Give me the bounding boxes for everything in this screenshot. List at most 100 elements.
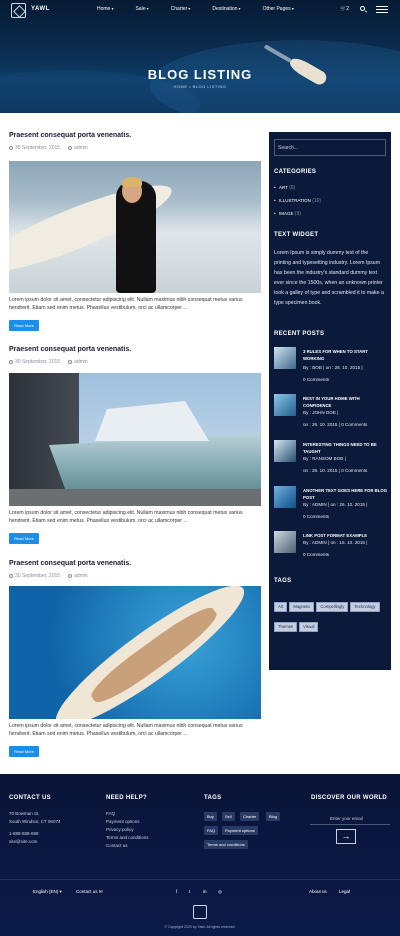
post-date: 30 September, 2015 [15,145,61,151]
nav-item-charter[interactable]: Charter [171,6,191,12]
recent-post-thumb[interactable] [274,486,296,508]
search-icon[interactable] [360,6,365,11]
help-link[interactable]: Contact us [106,842,128,850]
text-widget-body: Lorem Ipsum is simply dummy text of the … [274,250,384,306]
help-link[interactable]: FAQ [106,810,115,818]
help-link[interactable]: Payment options [106,818,140,826]
phone-number[interactable]: 1-888-888-888 [9,830,39,838]
post-author[interactable]: admin [74,359,88,365]
search-input[interactable]: Search... [274,139,386,156]
instagram-icon[interactable]: ◎ [218,888,222,896]
tag-cloud: Art Magnetic Compellingly Technology Themes V… [274,595,386,635]
post-author[interactable]: admin [74,145,88,151]
recent-post-comments[interactable]: 0 Comments [303,513,391,520]
legal-link[interactable]: Legal [339,888,350,896]
footer-tag[interactable]: Sell [222,812,235,821]
footer-tag[interactable]: Buy [204,812,217,821]
sidebar: Search... CATEGORIES ART (6) ILLUSTRATIO… [269,132,391,670]
tag-item[interactable]: Themes [274,622,298,632]
post-excerpt: Lorem ipsum dolor sit amet, consectetur … [9,510,243,524]
post-date: 30 September, 2015 [15,359,61,365]
recent-post-comments[interactable]: 0 Comments [303,376,391,383]
linkedin-icon[interactable]: in [203,888,207,896]
read-more-button[interactable]: Read More [9,533,39,544]
brand-name[interactable]: YAWL [31,6,50,12]
post-meta: 30 September, 2015 admin [9,145,88,151]
language-select[interactable]: English (EN) ▾ [33,888,62,896]
recent-post-thumb[interactable] [274,531,296,553]
category-item[interactable]: ART (6) [274,185,295,191]
nav-item-destination[interactable]: Destination [212,6,240,12]
recent-post-title[interactable]: 3 RULES FOR WHEN TO START WORKING [303,348,389,362]
recent-post-title[interactable]: LINK POST FORMAT EXAMPLE [303,532,389,539]
recent-post[interactable]: LINK POST FORMAT EXAMPLE By : ADMIN | on… [274,531,386,571]
recent-post[interactable]: ANOTHER TEXT GOES HERE FOR BLOG POST By … [274,486,389,526]
recent-post-title[interactable]: REST IN YOUR HOME WITH CONFIDENCE [303,395,389,409]
recent-post-meta: By : JOHN DOE | [303,410,339,415]
post-title[interactable]: Praesent consequat porta venenatis. [9,132,131,139]
footer-tag[interactable]: FAQ [204,826,219,835]
recent-post-title[interactable]: INTERESTING THINGS NEED TO BE TAUGHT [303,441,389,455]
tag-item[interactable]: Magnetic [289,602,315,612]
recent-post[interactable]: 3 RULES FOR WHEN TO START WORKING By : B… [274,347,386,387]
footer-tag[interactable]: Blog [266,812,281,821]
read-more-button[interactable]: Read More [9,746,39,757]
post-author[interactable]: admin [74,573,88,579]
cart-icon[interactable]: 🛒2 [340,6,349,12]
post-excerpt: Lorem ipsum dolor sit amet, consectetur … [9,297,243,311]
post-meta: 30 September, 2015 admin [9,359,88,365]
main-menu: Home Sale Charter Destination Other Page… [97,6,316,12]
post-title[interactable]: Praesent consequat porta venenatis. [9,346,131,353]
help-link[interactable]: Privacy policy [106,826,134,834]
recent-post[interactable]: INTERESTING THINGS NEED TO BE TAUGHT By … [274,440,386,480]
newsletter-email-input[interactable]: Enter your email [330,815,363,823]
tag-item[interactable]: Art [274,602,288,612]
address-line: South Windsor, CT 06074 [9,819,61,824]
help-link[interactable]: Terms and conditions [106,834,149,842]
recent-post-thumb[interactable] [274,440,296,462]
contact-us-link[interactable]: Contact us ✉ [76,888,103,896]
clock-icon [9,574,13,578]
recent-post[interactable]: REST IN YOUR HOME WITH CONFIDENCE By : J… [274,394,386,434]
subscribe-arrow-button[interactable]: → [336,829,356,844]
nav-item-home[interactable]: Home [97,6,113,12]
address-line: 70 Bowman St. [9,811,40,816]
footer-tag[interactable]: Terms and conditions [204,840,248,849]
post-image[interactable] [9,161,261,293]
about-link[interactable]: About us [309,888,327,896]
recent-post-meta: By : ADMIN | on : 15. 10. 2015 | [303,540,368,545]
copyright: © Copyright 2020 by Yawl. All rights res… [164,925,236,929]
category-item[interactable]: ILLUSTRATION (10) [274,198,321,204]
email-address[interactable]: site@site.com [9,838,37,846]
recent-post-comments[interactable]: 0 Comments [303,551,391,558]
recent-post-title[interactable]: ANOTHER TEXT GOES HERE FOR BLOG POST [303,487,389,501]
user-icon [68,146,73,150]
recent-post-thumb[interactable] [274,394,296,416]
facebook-icon[interactable]: f [176,888,177,896]
twitter-icon[interactable]: t [189,888,190,896]
post-title[interactable]: Praesent consequat porta venenatis. [9,560,131,567]
post-image[interactable] [9,373,261,506]
recent-post-comments[interactable]: on : 26. 10. 2015 | 0 Comments [303,421,391,428]
recent-post-meta: By : BOB | on : 26. 10. 2015 | [303,365,363,370]
recent-post-thumb[interactable] [274,347,296,369]
nav-item-other-pages[interactable]: Other Pages [263,6,294,12]
page-title: BLOG LISTING [147,67,253,82]
logo-icon[interactable] [11,3,26,18]
recent-post-comments[interactable]: on : 26. 10. 2015 | 0 Comments [303,467,391,474]
tag-item[interactable]: Visual [299,622,319,632]
footer-tag[interactable]: Payment options [222,826,258,835]
help-heading: NEED HELP? [106,795,148,801]
menu-icon[interactable] [376,6,388,13]
tag-item[interactable]: Technology [350,602,380,612]
hero-banner: YAWL Home Sale Charter Destination Other… [0,0,400,113]
post-image[interactable] [9,586,261,719]
breadcrumb: HOME • BLOG LISTING [173,84,227,89]
user-icon [68,360,73,364]
footer-logo-icon[interactable] [193,905,207,919]
nav-item-sale[interactable]: Sale [135,6,148,12]
tag-item[interactable]: Compellingly [316,602,349,612]
read-more-button[interactable]: Read More [9,320,39,331]
category-item[interactable]: IMAGE (9) [274,211,301,217]
footer-tag[interactable]: Charter [240,812,260,821]
